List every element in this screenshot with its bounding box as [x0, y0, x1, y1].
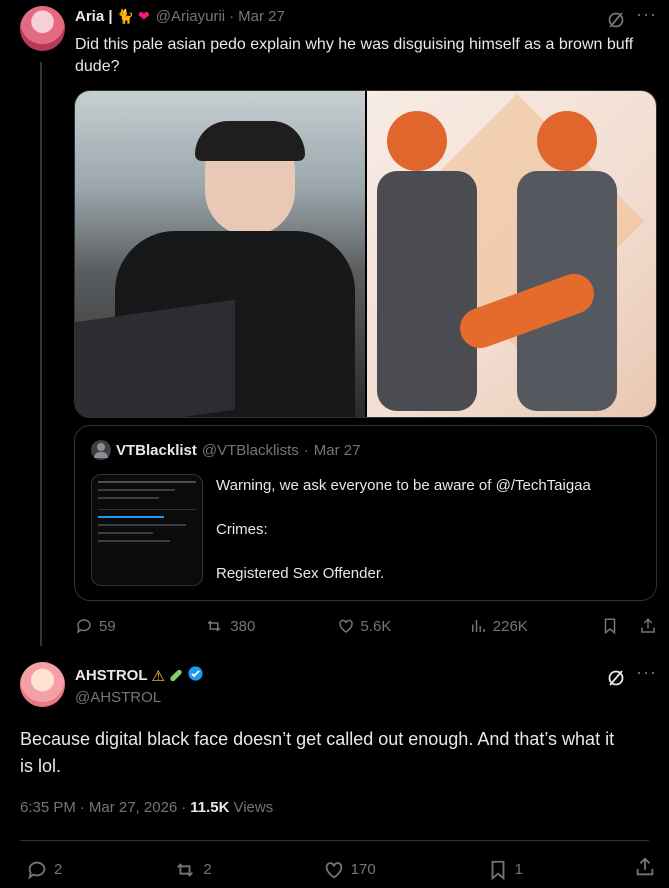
views-button[interactable]: 226K: [469, 617, 601, 635]
aria-avatar[interactable]: [20, 6, 65, 51]
share-icon: [636, 857, 654, 876]
bookmark-icon[interactable]: [601, 617, 619, 635]
quote-display-name: VTBlacklist: [116, 441, 197, 459]
parent-header: Aria | 🐈 ❤ @Ariayurii · Mar 27: [75, 8, 285, 25]
quote-text: Warning, we ask everyone to be aware of …: [216, 476, 646, 584]
main-display-name[interactable]: AHSTROL: [75, 667, 148, 684]
main-handle[interactable]: @AHSTROL: [75, 689, 161, 706]
repost-button[interactable]: 380: [204, 617, 336, 635]
grok-icon[interactable]: [606, 10, 626, 30]
thread-line: [40, 62, 42, 646]
views-count: 226K: [492, 617, 528, 635]
main-repost-button[interactable]: 2: [173, 859, 212, 881]
views-icon: [471, 620, 485, 632]
quote-header: VTBlacklist @VTBlacklists · Mar 27: [91, 440, 360, 460]
main-bookmark-count: 1: [514, 861, 524, 878]
heart-icon: [325, 861, 342, 878]
main-meta: 6:35 PM · Mar 27, 2026 · 11.5K Views: [20, 799, 274, 816]
cat-emoji-icon: 🐈: [116, 8, 134, 24]
quote-text-line1: Warning, we ask everyone to be aware of …: [216, 477, 591, 494]
divider-top: [20, 840, 649, 841]
like-button[interactable]: 5.6K: [337, 617, 469, 635]
parent-handle[interactable]: @Ariayurii: [156, 8, 225, 25]
repost-count: 380: [230, 617, 256, 635]
more-options-icon-main[interactable]: ···: [636, 662, 657, 683]
repost-icon: [177, 862, 194, 877]
main-reply-count: 2: [54, 861, 63, 878]
ahstrol-avatar[interactable]: [20, 662, 65, 707]
repost-icon: [207, 620, 221, 632]
like-count: 5.6K: [360, 617, 392, 635]
verified-badge-icon: [187, 665, 204, 686]
views-total: 11.5K: [190, 799, 230, 816]
post-time[interactable]: 6:35 PM: [20, 799, 76, 816]
quote-date: Mar 27: [313, 441, 361, 459]
parent-display-name[interactable]: Aria |: [75, 8, 113, 25]
more-options-icon[interactable]: ···: [636, 4, 657, 25]
main-tweet-text: Because digital black face doesn’t get c…: [20, 729, 615, 776]
main-like-count: 170: [350, 861, 376, 878]
default-avatar-icon: [91, 440, 111, 460]
heart-icon: [338, 619, 353, 633]
post-date[interactable]: Mar 27, 2026: [89, 799, 177, 816]
main-repost-count: 2: [203, 861, 212, 878]
quote-media-thumbnail[interactable]: [91, 474, 203, 586]
main-bookmark-button[interactable]: 1: [487, 859, 523, 881]
main-actions: 2 2 170 1: [26, 856, 656, 883]
bookmark-icon: [491, 860, 505, 880]
quote-text-line3: Registered Sex Offender.: [216, 565, 385, 582]
reply-icon: [76, 619, 91, 634]
test-tube-emoji-icon: [169, 668, 183, 683]
main-share-button[interactable]: [634, 856, 656, 883]
media-photo-right[interactable]: [366, 91, 656, 417]
views-label: Views: [233, 799, 274, 816]
main-header: AHSTROL ⚠: [75, 665, 204, 686]
reply-icon: [28, 861, 46, 880]
quote-handle: @VTBlacklists: [201, 441, 299, 459]
quote-text-line2: Crimes:: [216, 521, 268, 538]
main-like-button[interactable]: 170: [323, 859, 376, 881]
grok-icon-main[interactable]: [606, 668, 626, 688]
warning-emoji-icon: ⚠: [151, 667, 165, 685]
media-grid: [74, 90, 657, 418]
share-icon[interactable]: [639, 617, 657, 635]
parent-actions: 59 380 5.6K 226K: [75, 617, 657, 635]
parent-tweet-text: Did this pale asian pedo explain why he …: [75, 36, 634, 75]
parent-date[interactable]: Mar 27: [238, 8, 285, 25]
reply-count: 59: [99, 617, 116, 635]
main-reply-button[interactable]: 2: [26, 859, 62, 881]
media-photo-left[interactable]: [75, 91, 365, 417]
quote-tweet-card[interactable]: VTBlacklist @VTBlacklists · Mar 27 Warni…: [74, 425, 657, 601]
heart-emoji-icon: ❤: [137, 8, 150, 24]
reply-button[interactable]: 59: [75, 617, 204, 635]
